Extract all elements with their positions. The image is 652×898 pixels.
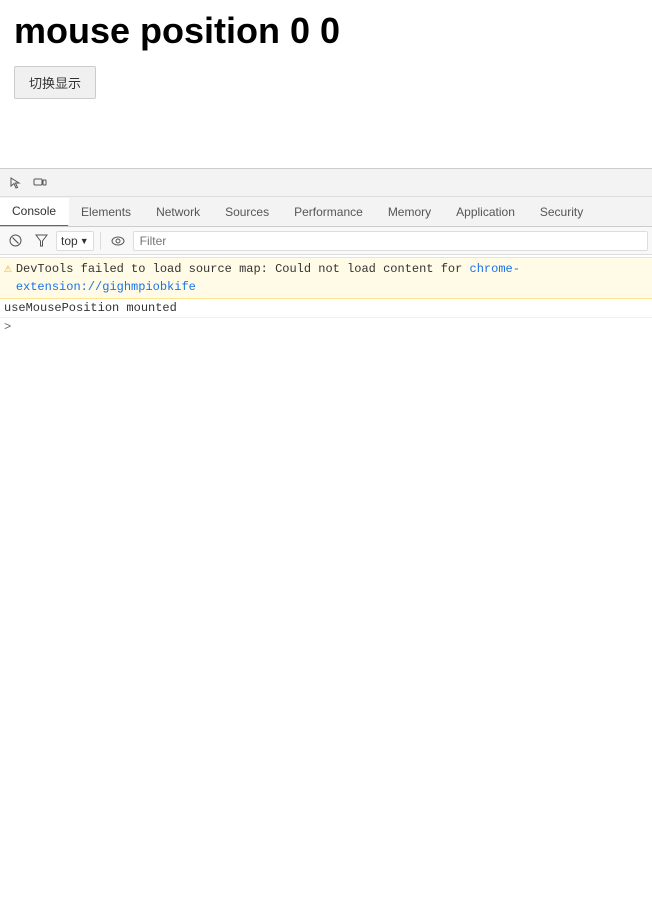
console-toolbar: top ▼ — [0, 227, 652, 255]
console-warning-text: DevTools failed to load source map: Coul… — [16, 260, 648, 296]
context-selector[interactable]: top ▼ — [56, 231, 94, 251]
tab-elements[interactable]: Elements — [69, 197, 144, 226]
toolbar-divider — [100, 232, 101, 250]
console-log-row: useMousePosition mounted — [0, 299, 652, 318]
tab-memory[interactable]: Memory — [376, 197, 444, 226]
tab-sources[interactable]: Sources — [213, 197, 282, 226]
tab-console[interactable]: Console — [0, 198, 69, 227]
show-log-levels-icon[interactable] — [107, 230, 129, 252]
tab-application[interactable]: Application — [444, 197, 528, 226]
devtools-topbar — [0, 169, 652, 197]
console-output: ⚠ DevTools failed to load source map: Co… — [0, 255, 652, 898]
page-content: mouse position 0 0 切换显示 — [0, 0, 652, 109]
device-toolbar-icon[interactable] — [28, 171, 52, 195]
toggle-button[interactable]: 切换显示 — [14, 66, 96, 99]
tab-performance[interactable]: Performance — [282, 197, 376, 226]
filter-input[interactable] — [133, 231, 648, 251]
tab-network[interactable]: Network — [144, 197, 213, 226]
page-title: mouse position 0 0 — [14, 10, 638, 52]
prompt-symbol: > — [4, 320, 11, 334]
clear-console-icon[interactable] — [4, 230, 26, 252]
inspect-element-icon[interactable] — [4, 171, 28, 195]
console-prompt: > — [0, 318, 652, 336]
console-warning-row: ⚠ DevTools failed to load source map: Co… — [0, 257, 652, 299]
filter-icon[interactable] — [30, 230, 52, 252]
devtools-tabs: Console Elements Network Sources Perform… — [0, 197, 652, 227]
devtools-panel: Console Elements Network Sources Perform… — [0, 168, 652, 898]
tab-security[interactable]: Security — [528, 197, 596, 226]
warning-icon: ⚠ — [4, 261, 12, 276]
chevron-down-icon: ▼ — [80, 236, 89, 246]
